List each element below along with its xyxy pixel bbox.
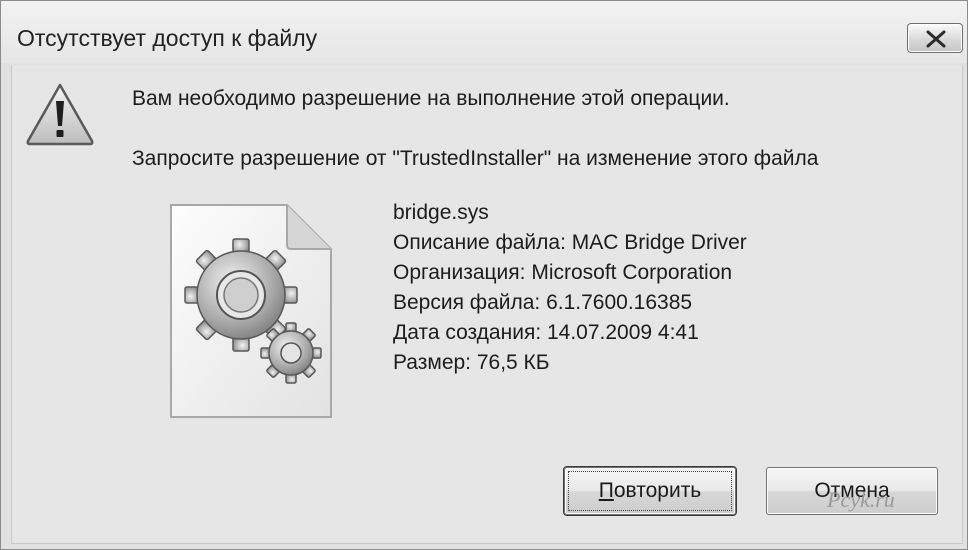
title-bar[interactable]: Отсутствует доступ к файлу xyxy=(1,1,967,63)
warning-icon xyxy=(26,83,94,146)
close-icon xyxy=(926,30,946,48)
dialog-window: Отсутствует доступ к файлу Вам необходим… xyxy=(0,0,968,550)
close-button[interactable] xyxy=(907,23,963,53)
watermark: Pcyk.ru xyxy=(827,487,895,512)
focus-rectangle xyxy=(568,471,732,511)
file-size: Размер: 76,5 КБ xyxy=(393,351,550,374)
request-permission-message: Запросите разрешение от "TrustedInstalle… xyxy=(132,147,819,170)
file-created-date: Дата создания: 14.07.2009 4:41 xyxy=(393,321,699,344)
file-name: bridge.sys xyxy=(393,201,489,224)
file-description: Описание файла: MAC Bridge Driver xyxy=(393,231,747,254)
file-version: Версия файла: 6.1.7600.16385 xyxy=(393,291,693,314)
file-info: bridge.sys Описание файла: MAC Bridge Dr… xyxy=(393,198,747,378)
system-file-gears-icon xyxy=(170,204,332,418)
file-organization: Организация: Microsoft Corporation xyxy=(393,261,733,284)
retry-button[interactable]: Повторить xyxy=(564,467,736,515)
dialog-title: Отсутствует доступ к файлу xyxy=(17,25,318,51)
permission-required-message: Вам необходимо разрешение на выполнение … xyxy=(132,87,730,110)
